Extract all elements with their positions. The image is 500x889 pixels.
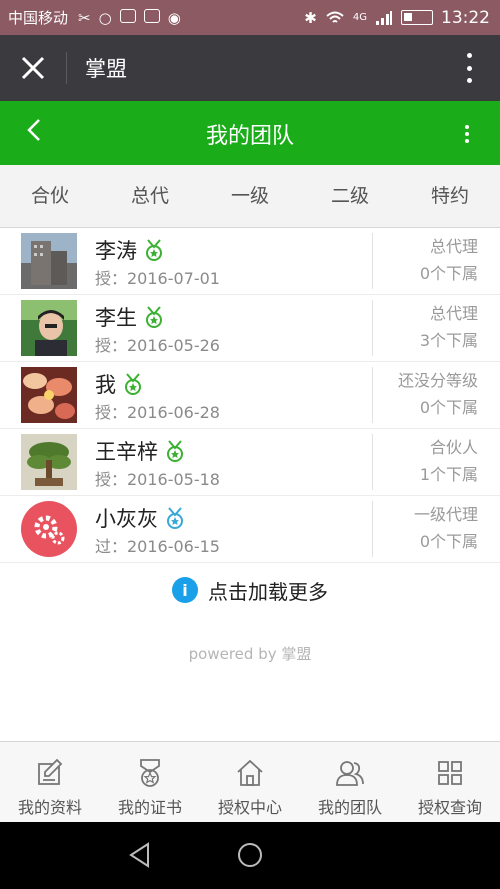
nav-my-certificate[interactable]: 我的证书 xyxy=(100,742,200,823)
page-title: 我的团队 xyxy=(205,124,294,149)
medal-icon xyxy=(146,239,162,261)
header-menu-icon[interactable] xyxy=(464,125,470,143)
divider xyxy=(372,300,373,356)
list-item[interactable]: 我 授：2016-06-28 还没分等级 0个下属 xyxy=(0,362,500,429)
home-circle-icon[interactable] xyxy=(237,842,263,868)
member-level: 一级代理 xyxy=(413,505,478,524)
subordinate-count: 0个下属 xyxy=(419,532,478,551)
avatar xyxy=(21,434,77,490)
tab-level-one[interactable]: 一级 xyxy=(200,165,300,227)
list-item[interactable]: 王辛梓 授：2016-05-18 合伙人 1个下属 xyxy=(0,429,500,496)
authorization-date: 授：2016-05-18 xyxy=(95,470,220,489)
app-icon: ◉ xyxy=(167,8,181,27)
list-item[interactable]: 李涛 授：2016-07-01 总代理 0个下属 xyxy=(0,228,500,295)
authorization-date: 授：2016-07-01 xyxy=(95,269,220,288)
load-more-button[interactable]: i 点击加载更多 xyxy=(0,572,500,608)
subordinate-count: 0个下属 xyxy=(419,398,478,417)
load-more-label: 点击加载更多 xyxy=(208,579,328,604)
tab-special[interactable]: 特约 xyxy=(400,165,500,227)
divider xyxy=(372,501,373,557)
battery-icon xyxy=(401,10,433,25)
signal-icon xyxy=(376,10,392,25)
avatar xyxy=(21,367,77,423)
medal-icon xyxy=(167,507,183,529)
nav-my-profile[interactable]: 我的资料 xyxy=(0,742,100,823)
team-icon xyxy=(336,761,364,786)
tab-level-two[interactable]: 二级 xyxy=(300,165,400,227)
carrier-label: 中国移动 xyxy=(8,9,69,27)
authorization-date: 授：2016-06-28 xyxy=(95,403,220,422)
avatar xyxy=(21,233,77,289)
scissors-icon: ✂ xyxy=(78,8,91,27)
close-icon[interactable] xyxy=(0,35,66,101)
avatar xyxy=(21,501,77,557)
member-level: 总代理 xyxy=(429,304,478,323)
subordinate-count: 1个下属 xyxy=(419,465,478,484)
notification-icons: ✂ ○ ◉ xyxy=(78,8,181,27)
home-icon xyxy=(237,759,263,786)
member-name: 我 xyxy=(95,369,144,399)
divider xyxy=(372,367,373,423)
network-type-label: 4G xyxy=(352,12,367,23)
clock: 13:22 xyxy=(441,7,490,28)
medal-icon xyxy=(125,373,141,395)
member-name: 李涛 xyxy=(95,235,165,265)
medal-icon xyxy=(167,440,183,462)
member-list: 李涛 授：2016-07-01 总代理 0个下属 李生 授：2016-05-26… xyxy=(0,228,500,563)
tab-partner[interactable]: 合伙 xyxy=(0,165,100,227)
edit-document-icon xyxy=(38,758,63,785)
authorization-date: 过：2016-06-15 xyxy=(95,537,220,556)
authorization-date: 授：2016-05-26 xyxy=(95,336,220,355)
nav-auth-center[interactable]: 授权中心 xyxy=(200,742,300,823)
bluetooth-icon: ✱ xyxy=(304,8,317,27)
member-level: 总代理 xyxy=(429,237,478,256)
member-level: 还没分等级 xyxy=(397,371,478,390)
status-bar: 中国移动 ✂ ○ ◉ ✱ 4G 13:22 xyxy=(0,0,500,35)
system-navigation-bar xyxy=(0,822,500,889)
subordinate-count: 0个下属 xyxy=(419,264,478,283)
divider xyxy=(372,233,373,289)
list-item[interactable]: 小灰灰 过：2016-06-15 一级代理 0个下属 xyxy=(0,496,500,563)
more-options-icon[interactable] xyxy=(466,53,472,83)
nav-my-team[interactable]: 我的团队 xyxy=(300,742,400,823)
tab-general-agent[interactable]: 总代 xyxy=(100,165,200,227)
medal-icon xyxy=(146,306,162,328)
page-header: 我的团队 xyxy=(0,101,500,165)
wechat-toolbar: 掌盟 xyxy=(0,35,500,101)
toolbar-divider xyxy=(66,52,67,84)
image-icon xyxy=(119,8,136,23)
avatar xyxy=(21,300,77,356)
status-right: ✱ 4G 13:22 xyxy=(304,0,490,35)
wechat-title: 掌盟 xyxy=(85,57,127,81)
medal-icon xyxy=(140,759,160,787)
back-triangle-icon[interactable] xyxy=(128,842,152,868)
level-tabs: 合伙 总代 一级 二级 特约 xyxy=(0,165,500,228)
chat-bubble-icon: ○ xyxy=(98,8,112,27)
powered-by-footer: powered by 掌盟 xyxy=(188,645,312,663)
list-item[interactable]: 李生 授：2016-05-26 总代理 3个下属 xyxy=(0,295,500,362)
member-name: 小灰灰 xyxy=(95,503,186,533)
divider xyxy=(372,434,373,490)
wifi-icon xyxy=(326,11,344,23)
info-icon: i xyxy=(172,577,198,603)
member-name: 王辛梓 xyxy=(95,436,186,466)
nav-auth-query[interactable]: 授权查询 xyxy=(400,742,500,823)
grid-icon xyxy=(438,761,462,785)
subordinate-count: 3个下属 xyxy=(419,331,478,350)
member-name: 李生 xyxy=(95,302,165,332)
member-level: 合伙人 xyxy=(429,438,478,457)
mail-icon xyxy=(143,8,160,23)
bottom-navigation: 我的资料 我的证书 授权中心 我的团队 授权查询 xyxy=(0,741,500,823)
